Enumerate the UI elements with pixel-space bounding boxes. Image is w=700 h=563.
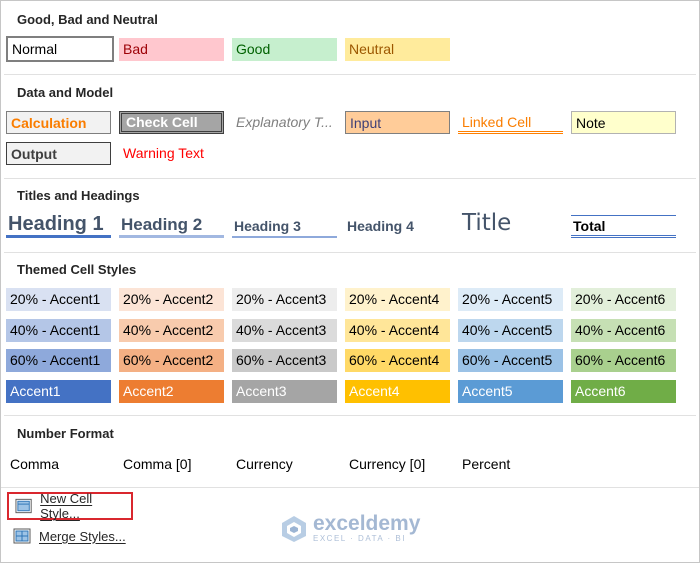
style-themed-accent3[interactable]: Accent3 [232, 380, 337, 403]
section-title-themed: Themed Cell Styles [17, 262, 137, 277]
style-themed-accent4[interactable]: Accent4 [345, 380, 450, 403]
style-heading-2[interactable]: Heading 2 [119, 213, 224, 238]
style-themed-60-accent3[interactable]: 60% - Accent3 [232, 349, 337, 372]
style-comma-0[interactable]: Comma [0] [119, 453, 224, 476]
style-currency-0[interactable]: Currency [0] [345, 453, 450, 476]
style-neutral[interactable]: Neutral [345, 38, 450, 61]
style-themed-40-accent1[interactable]: 40% - Accent1 [6, 319, 111, 342]
style-input[interactable]: Input [345, 111, 450, 134]
section-divider [4, 415, 696, 416]
new-cell-style-label: New Cell Style... [40, 491, 93, 521]
merge-styles-icon [13, 528, 31, 544]
style-comma[interactable]: Comma [6, 453, 111, 476]
section-divider [4, 178, 696, 179]
style-themed-60-accent4[interactable]: 60% - Accent4 [345, 349, 450, 372]
style-themed-40-accent2[interactable]: 40% - Accent2 [119, 319, 224, 342]
style-themed-60-accent5[interactable]: 60% - Accent5 [458, 349, 563, 372]
style-themed-40-accent3[interactable]: 40% - Accent3 [232, 319, 337, 342]
style-warning-text[interactable]: Warning Text [119, 142, 224, 165]
style-calculation[interactable]: Calculation [6, 111, 111, 134]
exceldemy-logo-icon [282, 516, 306, 542]
section-title-data-model: Data and Model [17, 85, 114, 100]
merge-styles-menu-item[interactable]: Merge Styles... [7, 523, 126, 549]
style-good[interactable]: Good [232, 38, 337, 61]
style-bad[interactable]: Bad [119, 38, 224, 61]
style-themed-20-accent3[interactable]: 20% - Accent3 [232, 288, 337, 311]
section-divider [4, 252, 696, 253]
style-check-cell[interactable]: Check Cell [119, 111, 224, 134]
style-themed-20-accent2[interactable]: 20% - Accent2 [119, 288, 224, 311]
exceldemy-watermark: exceldemy EXCEL · DATA · BI [281, 512, 421, 544]
style-themed-40-accent6[interactable]: 40% - Accent6 [571, 319, 676, 342]
style-note[interactable]: Note [571, 111, 676, 134]
watermark-tagline: EXCEL · DATA · BI [313, 534, 406, 543]
style-themed-20-accent5[interactable]: 20% - Accent5 [458, 288, 563, 311]
cell-styles-gallery: Good, Bad and Neutral Normal Bad Good Ne… [0, 0, 700, 563]
style-linked-cell[interactable]: Linked Cell [458, 111, 563, 134]
section-title-good-bad-neutral: Good, Bad and Neutral [17, 12, 158, 27]
merge-styles-label: Merge Styles... [39, 528, 126, 544]
style-themed-60-accent6[interactable]: 60% - Accent6 [571, 349, 676, 372]
style-themed-60-accent2[interactable]: 60% - Accent2 [119, 349, 224, 372]
style-currency[interactable]: Currency [232, 453, 337, 476]
section-title-number-format: Number Format [17, 426, 114, 441]
style-explanatory-text[interactable]: Explanatory T... [232, 111, 337, 134]
style-themed-60-accent1[interactable]: 60% - Accent1 [6, 349, 111, 372]
style-themed-accent1[interactable]: Accent1 [6, 380, 111, 403]
new-cell-style-icon [15, 498, 32, 514]
style-themed-accent5[interactable]: Accent5 [458, 380, 563, 403]
style-themed-20-accent4[interactable]: 20% - Accent4 [345, 288, 450, 311]
section-divider [4, 74, 696, 75]
style-themed-20-accent1[interactable]: 20% - Accent1 [6, 288, 111, 311]
style-themed-40-accent5[interactable]: 40% - Accent5 [458, 319, 563, 342]
style-themed-20-accent6[interactable]: 20% - Accent6 [571, 288, 676, 311]
section-divider [1, 487, 699, 488]
new-cell-style-menu-item[interactable]: New Cell Style... [7, 491, 133, 521]
section-title-titles-headings: Titles and Headings [17, 188, 140, 203]
style-normal[interactable]: Normal [6, 36, 114, 62]
watermark-brand: exceldemy [313, 512, 421, 535]
style-themed-accent2[interactable]: Accent2 [119, 380, 224, 403]
style-percent[interactable]: Percent [458, 453, 563, 476]
style-themed-40-accent4[interactable]: 40% - Accent4 [345, 319, 450, 342]
style-heading-4[interactable]: Heading 4 [345, 215, 450, 238]
style-themed-accent6[interactable]: Accent6 [571, 380, 676, 403]
style-heading-1[interactable]: Heading 1 [6, 211, 111, 238]
style-output[interactable]: Output [6, 142, 111, 165]
style-heading-3[interactable]: Heading 3 [232, 215, 337, 238]
style-total[interactable]: Total [571, 215, 676, 238]
style-title[interactable]: Title [458, 208, 563, 238]
